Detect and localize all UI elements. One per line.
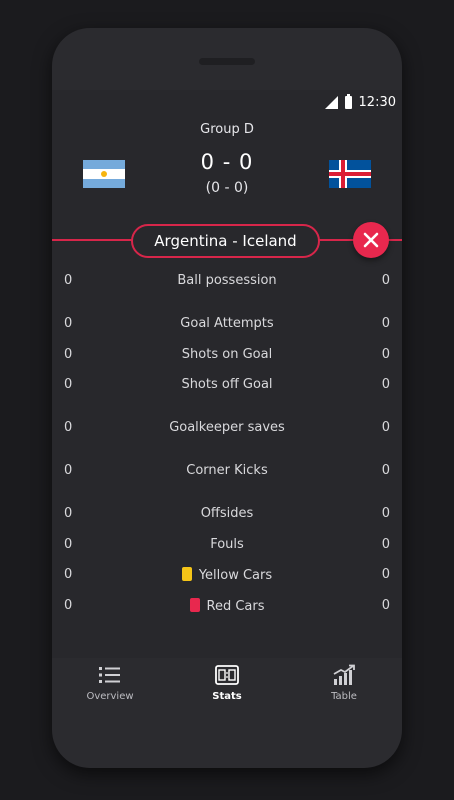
stat-row: 0 Corner Kicks 0: [52, 461, 402, 481]
away-value: 0: [381, 347, 390, 362]
stat-row: 0 Yellow Cars 0: [52, 565, 402, 585]
stat-row: 0 Ball possession 0: [52, 271, 402, 291]
stat-label-with-card: Red Cars: [52, 598, 402, 614]
away-value: 0: [381, 567, 390, 582]
away-value: 0: [381, 463, 390, 478]
nav-table[interactable]: Table: [286, 658, 402, 710]
away-value: 0: [381, 273, 390, 288]
close-button[interactable]: [353, 222, 389, 258]
stat-row: 0 Goalkeeper saves 0: [52, 418, 402, 438]
stat-label: Fouls: [210, 537, 244, 552]
list-icon: [99, 667, 120, 683]
stat-label: Offsides: [200, 506, 254, 521]
stat-label: Goal Attempts: [180, 316, 274, 331]
stat-label-with-card: Yellow Cars: [52, 567, 402, 583]
app-screen: 12:30 Group D 0 - 0 (0 - 0) Argentina - …: [52, 90, 402, 710]
nav-overview[interactable]: Overview: [52, 658, 168, 710]
nav-label: Table: [331, 691, 357, 702]
bottom-navigation: Overview Stats Table: [52, 658, 402, 710]
away-value: 0: [381, 537, 390, 552]
stat-label: Shots on Goal: [181, 347, 273, 362]
stat-row: 0 Goal Attempts 0: [52, 314, 402, 334]
stat-row: 0 Shots off Goal 0: [52, 375, 402, 395]
stat-row: 0 Offsides 0: [52, 504, 402, 524]
yellow-card-icon: [181, 567, 192, 581]
signal-icon: [324, 95, 338, 109]
status-time: 12:30: [358, 94, 396, 110]
nav-stats[interactable]: Stats: [169, 658, 285, 710]
away-value: 0: [381, 598, 390, 613]
match-title: Argentina - Iceland: [131, 224, 320, 258]
stat-row: 0 Shots on Goal 0: [52, 345, 402, 365]
stat-label: Ball possession: [177, 273, 277, 288]
stat-label: Yellow Cars: [198, 568, 273, 583]
phone-speaker: [199, 58, 255, 65]
stat-label: Shots off Goal: [181, 377, 273, 392]
away-value: 0: [381, 420, 390, 435]
away-value: 0: [381, 506, 390, 521]
iceland-flag-icon: [329, 160, 371, 188]
nav-label: Overview: [86, 691, 134, 702]
red-card-icon: [189, 598, 200, 612]
stat-label: Corner Kicks: [186, 463, 268, 478]
status-bar: 12:30: [324, 92, 396, 112]
nav-label: Stats: [212, 691, 242, 702]
scoreboard-icon: [215, 665, 239, 685]
battery-icon: [344, 93, 352, 109]
away-value: 0: [381, 377, 390, 392]
stat-label: Goalkeeper saves: [169, 420, 285, 435]
group-label: Group D: [200, 122, 254, 137]
stat-row: 0 Fouls 0: [52, 535, 402, 555]
close-icon: [363, 232, 379, 248]
stat-row: 0 Red Cars 0: [52, 596, 402, 616]
stat-label: Red Cars: [206, 599, 265, 614]
trend-chart-icon: [333, 664, 355, 685]
away-value: 0: [381, 316, 390, 331]
